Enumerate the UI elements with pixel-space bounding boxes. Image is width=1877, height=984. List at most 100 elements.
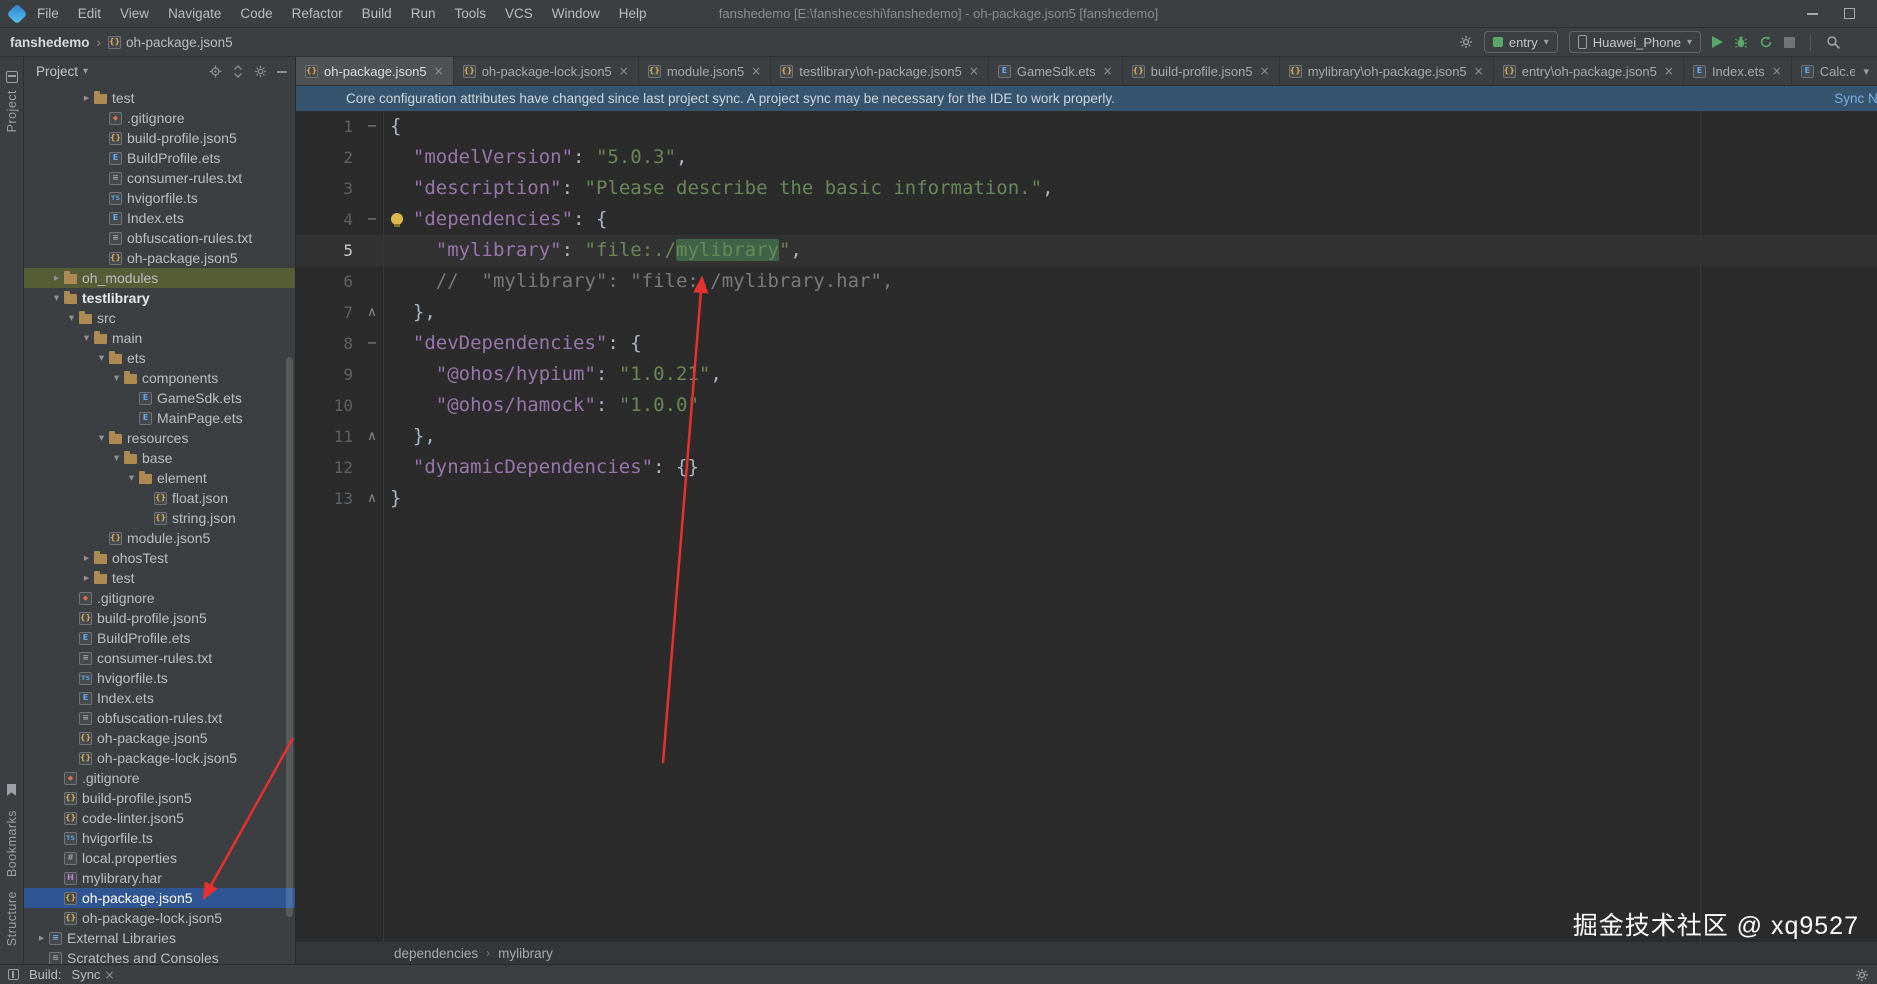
code-line-8[interactable]: "devDependencies": { xyxy=(384,328,1877,359)
chevron-down-icon[interactable]: ▾ xyxy=(94,352,109,364)
build-label[interactable]: Build: xyxy=(29,967,62,982)
tab-close-icon[interactable]: × xyxy=(619,64,629,78)
tab-close-icon[interactable]: × xyxy=(1664,64,1674,78)
menu-item-file[interactable]: File xyxy=(37,6,59,21)
tree-item-test[interactable]: ▸ test xyxy=(24,88,295,108)
tab-build-profile-json5[interactable]: build-profile.json5 × xyxy=(1123,57,1280,85)
code-line-6[interactable]: // "mylibrary": "file:./mylibrary.har", xyxy=(384,266,1877,297)
module-selector[interactable]: entry ▾ xyxy=(1483,31,1558,53)
fold-open-icon[interactable]: − xyxy=(361,336,383,351)
breadcrumb-dependencies[interactable]: dependencies xyxy=(394,946,478,961)
tab-close-icon[interactable]: × xyxy=(751,64,761,78)
stripe-project-label[interactable]: Project xyxy=(5,90,19,132)
tree-item-gitignore[interactable]: .gitignore xyxy=(24,588,295,608)
menu-item-code[interactable]: Code xyxy=(240,6,272,21)
chevron-down-icon[interactable]: ▾ xyxy=(109,372,124,384)
tab-oh-package-lock-json5[interactable]: oh-package-lock.json5 × xyxy=(454,57,639,85)
bookmark-icon[interactable] xyxy=(7,783,16,796)
debug-button[interactable] xyxy=(1734,35,1748,49)
run-button[interactable] xyxy=(1712,36,1723,48)
fold-end-icon[interactable]: ∧ xyxy=(361,305,383,320)
tree-item-oh-package-json5[interactable]: oh-package.json5 xyxy=(24,728,295,748)
tab-oh-package-json5[interactable]: oh-package.json5 × xyxy=(296,57,454,85)
search-button[interactable] xyxy=(1826,35,1841,50)
tree-item-mylibrary-har[interactable]: mylibrary.har xyxy=(24,868,295,888)
tree-item-module-json5[interactable]: module.json5 xyxy=(24,528,295,548)
menu-item-edit[interactable]: Edit xyxy=(78,6,101,21)
sync-now-link[interactable]: Sync Now xyxy=(1834,91,1877,106)
tree-item-external-libraries[interactable]: ▸ External Libraries xyxy=(24,928,295,948)
tree-item-resources[interactable]: ▾ resources xyxy=(24,428,295,448)
menu-item-tools[interactable]: Tools xyxy=(454,6,486,21)
tree-item-element[interactable]: ▾ element xyxy=(24,468,295,488)
breadcrumb-file[interactable]: oh-package.json5 xyxy=(126,35,233,50)
code-line-2[interactable]: "modelVersion": "5.0.3", xyxy=(384,142,1877,173)
tab-module-json5[interactable]: module.json5 × xyxy=(639,57,772,85)
tree-item-hvigorfile-ts[interactable]: hvigorfile.ts xyxy=(24,188,295,208)
project-tool-window-icon[interactable] xyxy=(5,71,18,83)
tab-entry-oh-package-json5[interactable]: entry\oh-package.json5 × xyxy=(1494,57,1684,85)
tree-item-base[interactable]: ▾ base xyxy=(24,448,295,468)
tree-item-test[interactable]: ▸ test xyxy=(24,568,295,588)
code-line-11[interactable]: }, xyxy=(384,421,1877,452)
close-icon[interactable]: × xyxy=(104,968,114,982)
tab-calc-et[interactable]: Calc.et× xyxy=(1792,57,1855,85)
tree-item-consumer-rules-txt[interactable]: consumer-rules.txt xyxy=(24,648,295,668)
collapse-all-icon[interactable] xyxy=(232,65,244,78)
chevron-right-icon[interactable]: ▸ xyxy=(49,272,64,284)
tree-item-testlibrary[interactable]: ▾ testlibrary xyxy=(24,288,295,308)
minimize-icon[interactable] xyxy=(1807,12,1818,15)
tree-item-gitignore[interactable]: .gitignore xyxy=(24,108,295,128)
menu-item-build[interactable]: Build xyxy=(362,6,392,21)
tree-item-oh-package-lock-json5[interactable]: oh-package-lock.json5 xyxy=(24,748,295,768)
tab-index-ets[interactable]: Index.ets × xyxy=(1684,57,1792,85)
tree-item-hvigorfile-ts[interactable]: hvigorfile.ts xyxy=(24,668,295,688)
tree-item-oh-package-json5[interactable]: oh-package.json5 xyxy=(24,248,295,268)
stripe-bookmarks-label[interactable]: Bookmarks xyxy=(5,810,19,877)
code-line-7[interactable]: }, xyxy=(384,297,1877,328)
tree-item-buildprofile-ets[interactable]: BuildProfile.ets xyxy=(24,148,295,168)
hide-panel-icon[interactable] xyxy=(277,70,287,73)
tab-close-icon[interactable]: × xyxy=(1103,64,1113,78)
tree-item-obfuscation-rules-txt[interactable]: obfuscation-rules.txt xyxy=(24,228,295,248)
tab-close-icon[interactable]: × xyxy=(1772,64,1782,78)
code-line-3[interactable]: "description": "Please describe the basi… xyxy=(384,173,1877,204)
locate-file-icon[interactable] xyxy=(209,65,222,78)
gear-icon[interactable] xyxy=(254,65,267,78)
chevron-down-icon[interactable]: ▾ xyxy=(124,472,139,484)
menu-item-run[interactable]: Run xyxy=(411,6,436,21)
menu-item-window[interactable]: Window xyxy=(552,6,600,21)
stripe-structure-label[interactable]: Structure xyxy=(5,891,19,946)
chevron-right-icon[interactable]: ▸ xyxy=(79,552,94,564)
chevron-down-icon[interactable]: ▾ xyxy=(83,66,88,77)
tab-close-icon[interactable]: × xyxy=(969,64,979,78)
fold-end-icon[interactable]: ∧ xyxy=(361,491,383,506)
settings-gear-icon[interactable] xyxy=(1855,968,1869,982)
tree-item-ets[interactable]: ▾ ets xyxy=(24,348,295,368)
tree-item-index-ets[interactable]: Index.ets xyxy=(24,208,295,228)
menu-item-view[interactable]: View xyxy=(120,6,149,21)
code-line-12[interactable]: "dynamicDependencies": {} xyxy=(384,452,1877,483)
chevron-down-icon[interactable]: ▾ xyxy=(64,312,79,324)
breadcrumb-project[interactable]: fanshedemo xyxy=(10,35,90,50)
chevron-down-icon[interactable]: ▾ xyxy=(109,452,124,464)
tree-item-build-profile-json5[interactable]: build-profile.json5 xyxy=(24,788,295,808)
tree-item-scratches-and-consoles[interactable]: Scratches and Consoles xyxy=(24,948,295,964)
tab-close-icon[interactable]: × xyxy=(434,64,444,78)
project-panel-title[interactable]: Project xyxy=(36,64,78,79)
tree-item-build-profile-json5[interactable]: build-profile.json5 xyxy=(24,608,295,628)
tree-item-code-linter-json5[interactable]: code-linter.json5 xyxy=(24,808,295,828)
scrollbar-thumb[interactable] xyxy=(286,357,293,917)
tree-item-build-profile-json5[interactable]: build-profile.json5 xyxy=(24,128,295,148)
sync-button[interactable] xyxy=(1759,35,1773,49)
code-line-9[interactable]: "@ohos/hypium": "1.0.21", xyxy=(384,359,1877,390)
code-line-5[interactable]: "mylibrary": "file:./mylibrary", xyxy=(384,235,1877,266)
tree-item-string-json[interactable]: string.json xyxy=(24,508,295,528)
tab-close-icon[interactable]: × xyxy=(1260,64,1270,78)
code-lines[interactable]: { "modelVersion": "5.0.3", "description"… xyxy=(384,111,1877,942)
intention-bulb-icon[interactable] xyxy=(391,213,403,227)
tree-item-consumer-rules-txt[interactable]: consumer-rules.txt xyxy=(24,168,295,188)
app-logo-icon[interactable] xyxy=(6,3,28,24)
device-selector[interactable]: Huawei_Phone ▾ xyxy=(1568,31,1701,53)
chevron-down-icon[interactable]: ▾ xyxy=(94,432,109,444)
